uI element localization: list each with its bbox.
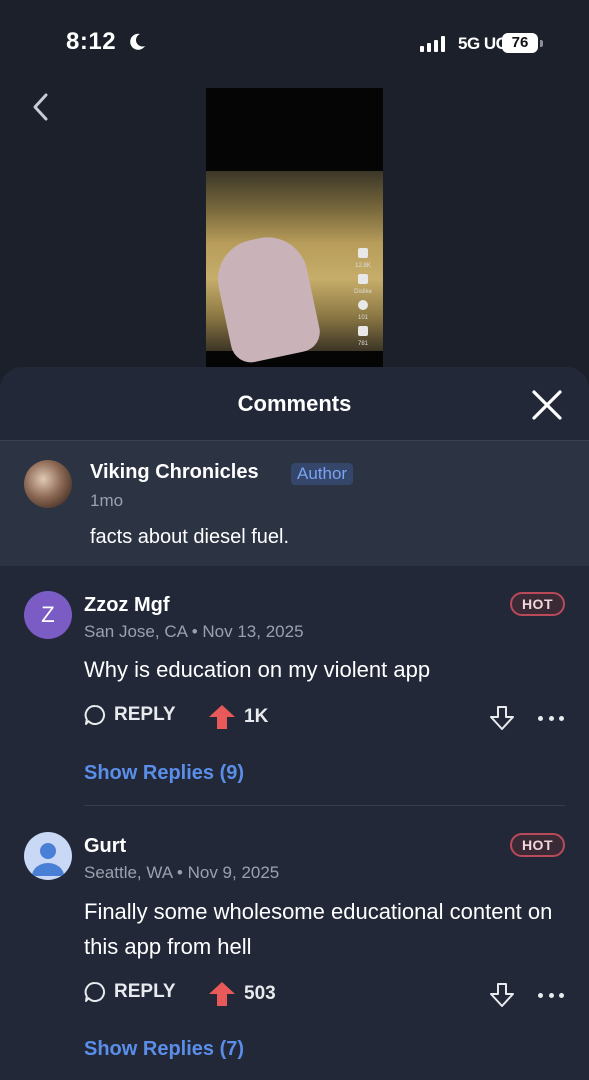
- default-user-icon: [32, 843, 64, 876]
- comments-sheet: Comments Viking Chronicles Author 1mo fa…: [0, 367, 589, 1080]
- comment-text: Finally some wholesome educational conte…: [84, 899, 553, 959]
- more-options-icon[interactable]: [538, 704, 564, 732]
- reply-button[interactable]: REPLY: [84, 704, 176, 726]
- show-replies-link[interactable]: Show Replies (9): [84, 762, 244, 785]
- video-area: 8:12 5G UC 76 12.8K Dislike 101 781: [0, 0, 589, 400]
- comment-meta: Seattle, WA • Nov 9, 2025: [84, 863, 280, 882]
- video-side-actions: 12.8K Dislike 101 781: [351, 248, 375, 347]
- avatar-letter: Z: [41, 602, 55, 627]
- comment-username[interactable]: Zzoz Mgf: [84, 594, 170, 617]
- cellular-signal-icon: [420, 36, 445, 52]
- back-chevron-icon[interactable]: [26, 90, 56, 124]
- like-icon: [358, 248, 368, 258]
- avatar[interactable]: [24, 832, 72, 880]
- avatar[interactable]: [24, 460, 72, 508]
- upvote-count: 503: [244, 983, 276, 1004]
- hot-badge: HOT: [509, 592, 565, 616]
- avatar[interactable]: Z: [24, 591, 72, 639]
- pinned-text: facts about diesel fuel.: [90, 526, 290, 548]
- author-badge: Author: [291, 463, 354, 485]
- reply-label: REPLY: [114, 704, 176, 725]
- hot-badge: HOT: [509, 833, 565, 857]
- downvote-arrow-icon[interactable]: [488, 704, 516, 732]
- video-player[interactable]: 12.8K Dislike 101 781: [206, 88, 383, 378]
- video-comment-count: 101: [357, 315, 368, 321]
- downvote-arrow-icon[interactable]: [488, 981, 516, 1009]
- video-like-count: 12.8K: [355, 263, 371, 269]
- upvote-arrow-icon: [209, 705, 235, 729]
- comment-actions: REPLY 503: [84, 981, 564, 1009]
- comments-header: Comments: [0, 367, 589, 441]
- comment-username[interactable]: Gurt: [84, 835, 126, 858]
- pinned-age: 1mo: [90, 491, 124, 510]
- comment-actions: REPLY 1K: [84, 704, 564, 732]
- status-bar: 8:12 5G UC 76: [0, 28, 589, 62]
- comments-title: Comments: [237, 391, 352, 416]
- upvote-arrow-icon: [209, 982, 235, 1006]
- comment-item: Z Zzoz Mgf San Jose, CA • Nov 13, 2025 H…: [0, 566, 589, 806]
- comment-text: Why is education on my violent app: [84, 657, 431, 682]
- reply-bubble-icon: [84, 704, 106, 725]
- reply-label: REPLY: [114, 981, 176, 1002]
- network-type: 5G UC: [458, 34, 508, 53]
- upvote-count: 1K: [244, 706, 269, 727]
- more-options-icon[interactable]: [538, 981, 564, 1009]
- comment-item: Gurt Seattle, WA • Nov 9, 2025 HOT Final…: [0, 806, 589, 1080]
- comment-icon: [358, 300, 368, 310]
- reply-button[interactable]: REPLY: [84, 981, 176, 1003]
- do-not-disturb-moon-icon: [130, 33, 145, 50]
- pinned-author-comment: Viking Chronicles Author 1mo facts about…: [0, 441, 589, 566]
- video-dislike-label: Dislike: [354, 289, 372, 295]
- reply-bubble-icon: [84, 981, 106, 1002]
- bookmark-icon: [358, 326, 368, 336]
- status-time: 8:12: [66, 28, 117, 55]
- battery-icon: 76: [502, 33, 543, 53]
- video-bookmark-count: 781: [357, 341, 368, 347]
- show-replies-link[interactable]: Show Replies (7): [84, 1038, 244, 1061]
- pinned-author-name[interactable]: Viking Chronicles: [90, 461, 259, 484]
- comment-meta: San Jose, CA • Nov 13, 2025: [84, 622, 304, 641]
- upvote-button[interactable]: 1K: [208, 704, 268, 730]
- close-icon[interactable]: [531, 389, 563, 421]
- dislike-icon: [358, 274, 368, 284]
- upvote-button[interactable]: 503: [208, 981, 276, 1007]
